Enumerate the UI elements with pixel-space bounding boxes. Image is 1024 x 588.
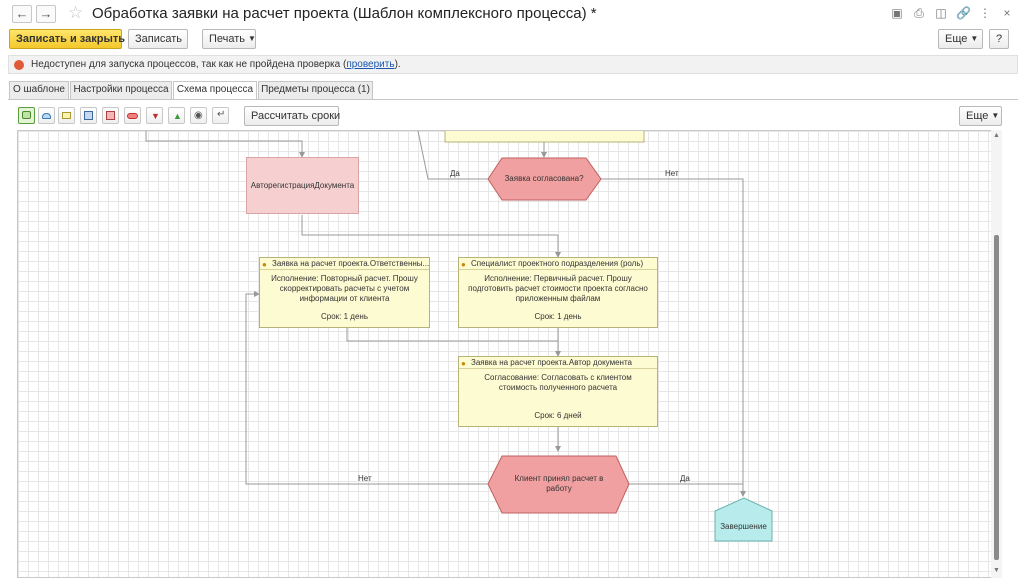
chevron-down-icon: ▼ (248, 34, 256, 43)
more-button[interactable]: Еще ▼ (938, 29, 983, 49)
preview-icon[interactable]: ◫ (934, 6, 948, 20)
window-title: Обработка заявки на расчет проекта (Шабл… (92, 5, 597, 22)
end-point-icon: ◉ (194, 110, 203, 121)
no-label: Нет (358, 474, 372, 483)
scroll-up-icon[interactable]: ▲ (993, 132, 1000, 139)
tab-divider (8, 99, 1018, 100)
task-header-text: Заявка на расчет проекта.Ответственны... (272, 259, 429, 268)
arrow-left-icon: ← (15, 6, 29, 21)
menu-dots-icon[interactable]: ⋮ (978, 6, 992, 20)
person-icon: ● (461, 359, 466, 368)
person-icon: ● (461, 260, 466, 269)
connector-icon: ↵ (217, 109, 226, 120)
task-term: Срок: 1 день (534, 312, 582, 321)
close-icon[interactable]: × (1000, 6, 1014, 20)
task-approval[interactable]: ● Заявка на расчет проекта.Автор документ… (458, 356, 658, 427)
tab-process-subjects[interactable]: Предметы процесса (1) (258, 81, 373, 99)
tool-condition[interactable] (124, 107, 141, 124)
warning-bar: Недоступен для запуска процессов, так ка… (8, 55, 1018, 74)
pointer-icon (22, 111, 31, 119)
task-recalculation[interactable]: ● Заявка на расчет проекта.Ответственны..… (259, 257, 430, 328)
task-header: ● Заявка на расчет проекта.Ответственны..… (260, 258, 429, 270)
forward-button[interactable]: → (36, 5, 56, 23)
scroll-down-icon[interactable]: ▼ (993, 567, 1000, 574)
check-link[interactable]: проверить (346, 59, 394, 70)
chevron-down-icon: ▼ (970, 34, 979, 43)
person-icon: ● (262, 260, 267, 269)
task-primary-calc[interactable]: ● Специалист проектного подразделения (ро… (458, 257, 658, 328)
star-icon[interactable]: ☆ (68, 3, 83, 23)
task-term: Срок: 6 дней (534, 411, 582, 420)
vertical-scrollbar[interactable]: ▲ ▼ (991, 130, 1002, 578)
save-button[interactable]: Записать (128, 29, 188, 49)
warning-icon (14, 60, 24, 70)
condition-client-label: Клиент принял расчет в работу (514, 474, 604, 493)
merge-icon: ▲ (173, 111, 182, 121)
task-header: ● Специалист проектного подразделения (ро… (459, 258, 657, 270)
no-label: Нет (665, 169, 679, 178)
top-task-block[interactable] (444, 131, 645, 143)
tool-connector[interactable]: ↵ (212, 107, 229, 124)
processing-icon (106, 111, 115, 120)
start-point-icon (42, 113, 51, 119)
tool-action[interactable] (58, 107, 75, 124)
arrow-right-icon: → (39, 6, 53, 21)
tab-process-settings[interactable]: Настройки процесса (70, 81, 172, 99)
tool-start[interactable] (38, 107, 55, 124)
end-label: Завершение (720, 522, 767, 531)
end-shape[interactable] (714, 497, 773, 542)
more-button-label: Еще (945, 33, 968, 45)
scheme-more-button[interactable]: Еще ▼ (959, 106, 1002, 126)
scheme-more-label: Еще (966, 110, 989, 122)
yes-label: Да (450, 169, 460, 178)
calc-terms-button[interactable]: Рассчитать сроки (244, 106, 340, 126)
tool-merge[interactable]: ▲ (168, 107, 185, 124)
task-body: Исполнение: Повторный расчет. Прошу скор… (271, 274, 418, 303)
tool-end[interactable]: ◉ (190, 107, 207, 124)
condition-approved-label: Заявка согласована? (504, 174, 584, 183)
autoreg-block[interactable]: АвторегистрацияДокумента (246, 157, 359, 214)
subprocess-icon (84, 111, 93, 120)
warning-text: Недоступен для запуска процессов, так ка… (31, 59, 401, 70)
warning-suffix: ). (394, 59, 401, 70)
yes-label: Да (680, 474, 690, 483)
tool-split[interactable]: ▼ (146, 107, 163, 124)
tool-subprocess[interactable] (80, 107, 97, 124)
help-button[interactable]: ? (989, 29, 1009, 49)
print-button-label: Печать (209, 33, 246, 45)
task-term: Срок: 1 день (321, 312, 368, 321)
save-icon[interactable]: ▣ (890, 6, 904, 20)
task-header-text: Специалист проектного подразделения (рол… (471, 259, 644, 268)
tool-processing[interactable] (102, 107, 119, 124)
scrollbar-thumb[interactable] (994, 235, 999, 560)
action-icon (62, 112, 71, 119)
print-icon[interactable]: ⎙ (912, 6, 926, 21)
print-button[interactable]: Печать ▼ (202, 29, 256, 49)
tab-about-template[interactable]: О шаблоне (9, 81, 69, 99)
task-body: Исполнение: Первичный расчет. Прошу подг… (468, 274, 648, 303)
back-button[interactable]: ← (12, 5, 32, 23)
task-body: Согласование: Согласовать с клиентом сто… (484, 373, 632, 392)
save-and-close-button[interactable]: Записать и закрыть (9, 29, 125, 49)
warning-message: Недоступен для запуска процессов, так ка… (31, 59, 347, 70)
connection-lines (145, 131, 773, 542)
task-header-text: Заявка на расчет проекта.Автор документа (471, 358, 632, 367)
task-header: ● Заявка на расчет проекта.Автор документ… (459, 357, 657, 369)
tool-select[interactable] (18, 107, 35, 124)
split-icon: ▼ (151, 111, 160, 121)
chevron-down-icon: ▼ (991, 111, 1000, 120)
tab-process-scheme[interactable]: Схема процесса (173, 81, 257, 100)
link-icon[interactable]: 🔗 (956, 6, 971, 20)
condition-icon (127, 113, 138, 119)
process-scheme-canvas[interactable]: АвторегистрацияДокумента Заявка согласов… (17, 130, 1002, 578)
title-bar: ← → ☆ Обработка заявки на расчет проекта… (0, 0, 1024, 28)
